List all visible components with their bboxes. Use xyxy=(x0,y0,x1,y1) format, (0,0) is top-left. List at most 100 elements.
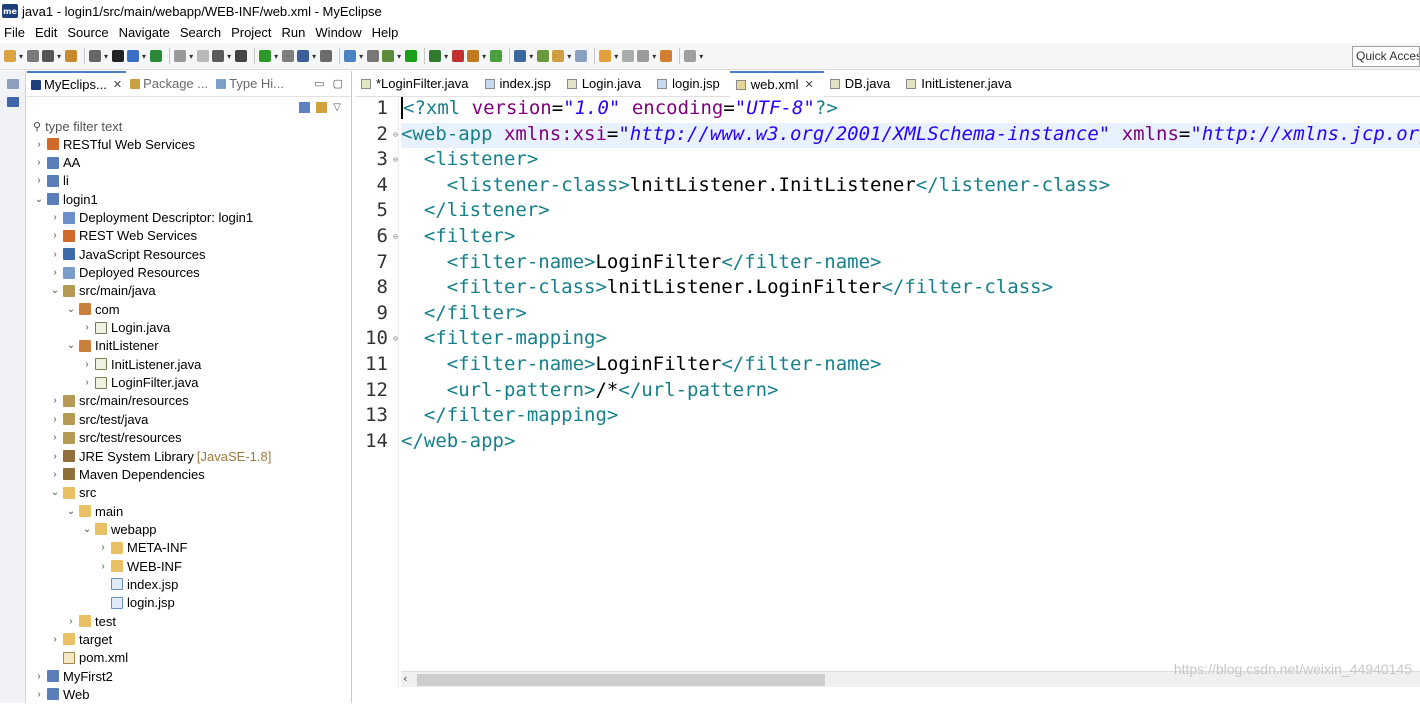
scroll-left-arrow-icon[interactable]: ‹ xyxy=(403,672,407,685)
toolbar-button-15-icon[interactable] xyxy=(297,50,310,62)
expand-chevron-down-icon[interactable]: ⌄ xyxy=(49,285,61,296)
tree-item[interactable]: › Deployed Resources xyxy=(27,263,351,281)
tree-item[interactable]: › target xyxy=(27,630,351,648)
tree-item[interactable]: ⌄ src/main/java xyxy=(27,282,351,300)
menu-source[interactable]: Source xyxy=(67,25,108,40)
maximize-icon[interactable]: ▢ xyxy=(333,77,343,90)
menu-help[interactable]: Help xyxy=(372,25,399,40)
toolbar-dropdown-chevron-icon[interactable]: ▾ xyxy=(227,52,231,61)
toolbar-dropdown-chevron-icon[interactable]: ▾ xyxy=(397,52,401,61)
close-icon[interactable]: ✕ xyxy=(804,78,813,91)
tree-item[interactable]: ⌄ InitListener xyxy=(27,337,351,355)
expand-chevron-right-icon[interactable]: › xyxy=(49,267,61,278)
tree-item[interactable]: › JavaScript Resources xyxy=(27,245,351,263)
toolbar-dropdown-chevron-icon[interactable]: ▾ xyxy=(567,52,571,61)
tree-item[interactable]: › RESTful Web Services xyxy=(27,135,351,153)
expand-chevron-right-icon[interactable]: › xyxy=(49,230,61,241)
expand-chevron-right-icon[interactable]: › xyxy=(49,414,61,425)
expand-chevron-down-icon[interactable]: ⌄ xyxy=(65,304,77,315)
link-with-editor-icon[interactable] xyxy=(316,101,328,113)
toolbar-dropdown-chevron-icon[interactable]: ▾ xyxy=(614,52,618,61)
tree-item[interactable]: ⌄ login1 xyxy=(27,190,351,208)
toolbar-dropdown-chevron-icon[interactable]: ▾ xyxy=(699,52,703,61)
tree-item[interactable]: › src/test/java xyxy=(27,410,351,428)
expand-chevron-right-icon[interactable]: › xyxy=(49,634,61,645)
toolbar-button-28-icon[interactable] xyxy=(575,50,588,62)
toolbar-button-17-icon[interactable] xyxy=(344,50,357,62)
tree-item[interactable]: ⌄ src xyxy=(27,484,351,502)
quick-access-input[interactable]: Quick Access xyxy=(1352,46,1420,67)
tree-item[interactable]: pom.xml xyxy=(27,649,351,667)
toolbar-dropdown-chevron-icon[interactable]: ▾ xyxy=(104,52,108,61)
expand-chevron-right-icon[interactable]: › xyxy=(49,469,61,480)
code-line[interactable]: <filter-name>LoginFilter</filter-name> xyxy=(401,251,1420,277)
menu-run[interactable]: Run xyxy=(282,25,306,40)
expand-chevron-right-icon[interactable]: › xyxy=(49,395,61,406)
code-line[interactable]: </listener> xyxy=(401,199,1420,225)
toolbar-dropdown-chevron-icon[interactable]: ▾ xyxy=(57,52,61,61)
toolbar-dropdown-chevron-icon[interactable]: ▾ xyxy=(359,52,363,61)
toolbar-button-19-icon[interactable] xyxy=(382,50,395,62)
close-icon[interactable]: ✕ xyxy=(113,78,122,91)
toolbar-button-25-icon[interactable] xyxy=(514,50,527,62)
code-line[interactable]: </web-app> xyxy=(401,430,1420,456)
toolbar-button-23-icon[interactable] xyxy=(467,50,480,62)
expand-chevron-right-icon[interactable]: › xyxy=(33,175,45,186)
code-line[interactable]: <filter-class>lnitListener.LoginFilter</… xyxy=(401,276,1420,302)
code-line[interactable]: <filter> xyxy=(401,225,1420,251)
menu-navigate[interactable]: Navigate xyxy=(119,25,170,40)
toolbar-button-3-icon[interactable] xyxy=(42,50,55,62)
toolbar-button-18-icon[interactable] xyxy=(367,50,380,62)
toolbar-button-16-icon[interactable] xyxy=(320,50,333,62)
tree-item[interactable]: ⌄ com xyxy=(27,300,351,318)
toolbar-button-10-icon[interactable] xyxy=(197,50,210,62)
tree-item[interactable]: › MyFirst2 xyxy=(27,667,351,685)
toolbar-dropdown-chevron-icon[interactable]: ▾ xyxy=(274,52,278,61)
toolbar-button-12-icon[interactable] xyxy=(235,50,248,62)
menu-edit[interactable]: Edit xyxy=(35,25,57,40)
filter-input[interactable]: ⚲ type filter text xyxy=(27,117,351,135)
menu-project[interactable]: Project xyxy=(231,25,271,40)
tree-item[interactable]: › REST Web Services xyxy=(27,227,351,245)
toolbar-button-32-icon[interactable] xyxy=(660,50,673,62)
minimize-icon[interactable]: ▭ xyxy=(314,77,324,90)
expand-chevron-right-icon[interactable]: › xyxy=(49,249,61,260)
toolbar-button-20-icon[interactable] xyxy=(405,50,418,62)
code-line[interactable]: </filter-mapping> xyxy=(401,404,1420,430)
toolbar-button-31-icon[interactable] xyxy=(637,50,650,62)
fold-toggle-icon[interactable]: ⊖ xyxy=(393,130,398,139)
toolbar-button-26-icon[interactable] xyxy=(537,50,550,62)
editor-tab-initlistener-java[interactable]: InitListener.java xyxy=(900,71,1021,97)
collapse-all-icon[interactable] xyxy=(299,101,311,113)
expand-chevron-right-icon[interactable]: › xyxy=(65,616,77,627)
toolbar-button-1-icon[interactable] xyxy=(4,50,16,62)
toolbar-dropdown-chevron-icon[interactable]: ▾ xyxy=(482,52,486,61)
code-line[interactable]: </filter> xyxy=(401,302,1420,328)
toolbar-button-24-icon[interactable] xyxy=(490,50,503,62)
tree-item[interactable]: › test xyxy=(27,612,351,630)
toolbar-button-22-icon[interactable] xyxy=(452,50,465,62)
toolbar-button-21-icon[interactable] xyxy=(429,50,442,62)
tree-item[interactable]: login.jsp xyxy=(27,594,351,612)
toolbar-button-13-icon[interactable] xyxy=(259,50,272,62)
expand-chevron-right-icon[interactable]: › xyxy=(33,139,45,150)
view-menu-chevron-down-icon[interactable]: ▽ xyxy=(333,102,341,113)
editor-tab-db-java[interactable]: DB.java xyxy=(824,71,901,97)
toolbar-button-5-icon[interactable] xyxy=(89,50,102,62)
tree-item[interactable]: › Login.java xyxy=(27,318,351,336)
code-text[interactable]: <?xml version="1.0" encoding="UTF-8"?> <w… xyxy=(401,97,1420,687)
menu-search[interactable]: Search xyxy=(180,25,221,40)
fold-toggle-icon[interactable]: ⊖ xyxy=(393,232,398,241)
editor-tab-web-xml[interactable]: web.xml ✕ xyxy=(729,70,824,97)
toolbar-button-11-icon[interactable] xyxy=(212,50,225,62)
toolbar-dropdown-chevron-icon[interactable]: ▾ xyxy=(142,52,146,61)
menu-window[interactable]: Window xyxy=(315,25,361,40)
code-line[interactable]: <listener-class>lnitListener.InitListene… xyxy=(401,174,1420,200)
editor-tab-login-jsp[interactable]: login.jsp xyxy=(651,71,730,97)
toolbar-button-6-icon[interactable] xyxy=(112,50,125,62)
expand-chevron-right-icon[interactable]: › xyxy=(81,322,93,333)
expand-chevron-right-icon[interactable]: › xyxy=(49,432,61,443)
scrollbar-thumb[interactable] xyxy=(417,674,825,686)
toolbar-button-30-icon[interactable] xyxy=(622,50,635,62)
tree-item[interactable]: › Web xyxy=(27,685,351,703)
